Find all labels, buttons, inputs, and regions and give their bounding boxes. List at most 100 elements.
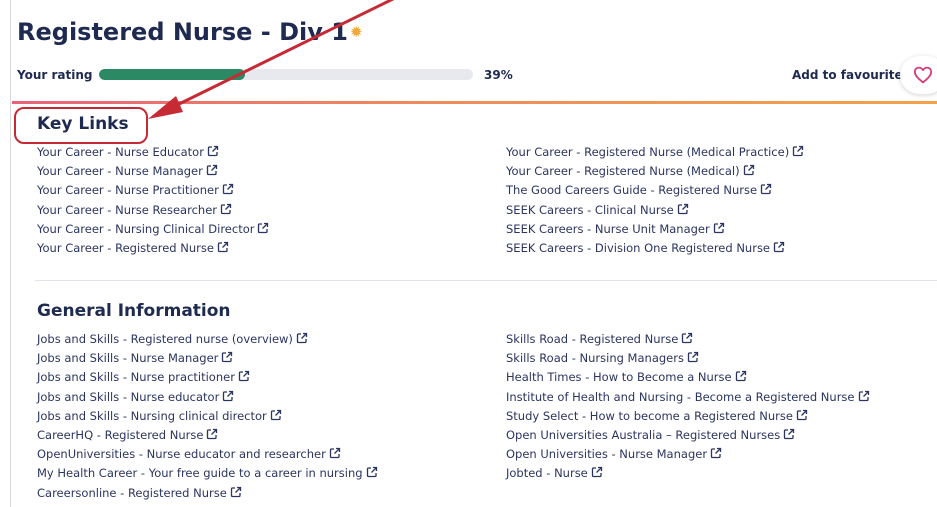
link-item[interactable]: Your Career - Nurse Practitioner (37, 181, 269, 200)
resource-link[interactable]: Your Career - Nurse Researcher (37, 203, 217, 217)
resource-link[interactable]: My Health Career - Your free guide to a … (37, 466, 363, 480)
resource-link[interactable]: SEEK Careers - Nurse Unit Manager (506, 222, 710, 236)
resource-link[interactable]: SEEK Careers - Clinical Nurse (506, 203, 674, 217)
link-item[interactable]: SEEK Careers - Clinical Nurse (506, 201, 804, 220)
rating-percent: 39% (484, 68, 513, 82)
header-divider (12, 101, 937, 104)
rating-bar[interactable] (99, 69, 473, 80)
link-item[interactable]: SEEK Careers - Nurse Unit Manager (506, 220, 804, 239)
link-item[interactable]: Your Career - Registered Nurse (Medical … (506, 143, 804, 162)
link-item[interactable]: Open Universities Australia – Registered… (506, 426, 870, 445)
resource-link[interactable]: Skills Road - Registered Nurse (506, 332, 678, 346)
external-link-icon (677, 203, 688, 214)
link-item[interactable]: Study Select - How to become a Registere… (506, 407, 870, 426)
resource-link[interactable]: Your Career - Registered Nurse (Medical) (506, 164, 740, 178)
resource-link[interactable]: Jobs and Skills - Registered nurse (over… (37, 332, 293, 346)
external-link-icon (784, 428, 795, 440)
link-item[interactable]: Open Universities - Nurse Manager (506, 445, 870, 464)
external-link-icon (796, 409, 808, 420)
link-item[interactable]: OpenUniversities - Nurse educator and re… (37, 445, 378, 464)
link-item[interactable]: Jobs and Skills - Nursing clinical direc… (37, 407, 378, 426)
external-link-icon (217, 241, 229, 253)
link-item[interactable]: Skills Road - Registered Nurse (506, 330, 870, 349)
link-item[interactable]: Careersonline - Registered Nurse (37, 484, 378, 503)
link-item[interactable]: Institute of Health and Nursing - Become… (506, 388, 870, 407)
link-item[interactable]: Your Career - Nurse Researcher (37, 201, 269, 220)
general-information-title: General Information (37, 301, 231, 321)
resource-link[interactable]: SEEK Careers - Division One Registered N… (506, 241, 770, 255)
resource-link[interactable]: Jobted - Nurse (506, 466, 588, 480)
external-link-icon (760, 184, 772, 195)
favourite-button[interactable] (900, 56, 937, 94)
resource-link[interactable]: Your Career - Nurse Practitioner (37, 183, 219, 197)
resource-link[interactable]: OpenUniversities - Nurse educator and re… (37, 447, 326, 461)
resource-link[interactable]: Study Select - How to become a Registere… (506, 409, 793, 423)
resource-link[interactable]: Jobs and Skills - Nurse practitioner (37, 370, 235, 384)
resource-link[interactable]: Your Career - Nurse Educator (37, 145, 204, 159)
resource-link[interactable]: Open Universities Australia – Registered… (506, 428, 780, 442)
resource-link[interactable]: Skills Road - Nursing Managers (506, 351, 684, 365)
external-link-icon (710, 447, 722, 459)
link-item[interactable]: Jobs and Skills - Nurse practitioner (37, 368, 378, 387)
section-divider (35, 280, 937, 281)
resource-link[interactable]: Your Career - Nurse Manager (37, 164, 203, 178)
key-links-title: Key Links (37, 114, 129, 134)
resource-link[interactable]: The Good Careers Guide - Registered Nurs… (506, 183, 757, 197)
key-links-left-list: Your Career - Nurse Educator Your Career … (37, 143, 269, 258)
external-link-icon (222, 352, 233, 363)
resource-link[interactable]: CareerHQ - Registered Nurse (37, 428, 203, 442)
link-item[interactable]: Skills Road - Nursing Managers (506, 349, 870, 368)
resource-link[interactable]: Your Career - Nursing Clinical Director (37, 222, 254, 236)
external-link-icon (858, 390, 869, 401)
career-header: Registered Nurse - Div 1 ✹ Your rating 39… (17, 0, 937, 102)
external-link-icon (206, 165, 218, 176)
page-title: Registered Nurse - Div 1 ✹ (17, 18, 363, 46)
external-link-icon (682, 332, 693, 344)
resource-link[interactable]: Careersonline - Registered Nurse (37, 486, 227, 500)
external-link-icon (258, 222, 269, 233)
resource-link[interactable]: Open Universities - Nurse Manager (506, 447, 707, 461)
link-item[interactable]: Health Times - How to Become a Nurse (506, 368, 870, 387)
resource-link[interactable]: Health Times - How to Become a Nurse (506, 370, 732, 384)
external-link-icon (238, 371, 250, 382)
link-item[interactable]: CareerHQ - Registered Nurse (37, 426, 378, 445)
resource-link[interactable]: Institute of Health and Nursing - Become… (506, 390, 855, 404)
key-links-right-list: Your Career - Registered Nurse (Medical … (506, 143, 804, 258)
external-link-icon (687, 352, 699, 363)
rating-label: Your rating (17, 68, 93, 82)
add-to-favourites-label[interactable]: Add to favourites (792, 68, 910, 82)
external-link-icon (296, 332, 308, 344)
link-item[interactable]: Jobs and Skills - Nurse educator (37, 388, 378, 407)
link-item[interactable]: Your Career - Nurse Manager (37, 162, 269, 181)
page-left-border (0, 0, 11, 507)
resource-link[interactable]: Your Career - Registered Nurse (Medical … (506, 145, 789, 159)
link-item[interactable]: Your Career - Nurse Educator (37, 143, 269, 162)
external-link-icon (329, 447, 340, 459)
external-link-icon (220, 203, 232, 214)
link-item[interactable]: Jobs and Skills - Registered nurse (over… (37, 330, 378, 349)
sun-badge-icon: ✹ (349, 23, 363, 41)
general-info-left-list: Jobs and Skills - Registered nurse (over… (37, 330, 378, 503)
external-link-icon (735, 371, 746, 382)
resource-link[interactable]: Jobs and Skills - Nursing clinical direc… (37, 409, 267, 423)
external-link-icon (366, 467, 377, 478)
resource-link[interactable]: Jobs and Skills - Nurse Manager (37, 351, 218, 365)
external-link-icon (270, 409, 281, 420)
link-item[interactable]: Your Career - Registered Nurse (Medical) (506, 162, 804, 181)
link-item[interactable]: Your Career - Nursing Clinical Director (37, 220, 269, 239)
link-item[interactable]: SEEK Careers - Division One Registered N… (506, 239, 804, 258)
link-item[interactable]: Jobted - Nurse (506, 464, 870, 483)
link-item[interactable]: My Health Career - Your free guide to a … (37, 464, 378, 483)
resource-link[interactable]: Jobs and Skills - Nurse educator (37, 390, 219, 404)
rating-bar-fill (99, 69, 245, 80)
resource-link[interactable]: Your Career - Registered Nurse (37, 241, 214, 255)
link-item[interactable]: The Good Careers Guide - Registered Nurs… (506, 181, 804, 200)
link-item[interactable]: Jobs and Skills - Nurse Manager (37, 349, 378, 368)
external-link-icon (591, 467, 602, 478)
external-link-icon (793, 145, 804, 157)
external-link-icon (713, 222, 724, 233)
link-item[interactable]: Your Career - Registered Nurse (37, 239, 269, 258)
heart-icon (913, 66, 933, 84)
external-link-icon (207, 428, 218, 440)
general-info-right-list: Skills Road - Registered Nurse Skills Roa… (506, 330, 870, 484)
